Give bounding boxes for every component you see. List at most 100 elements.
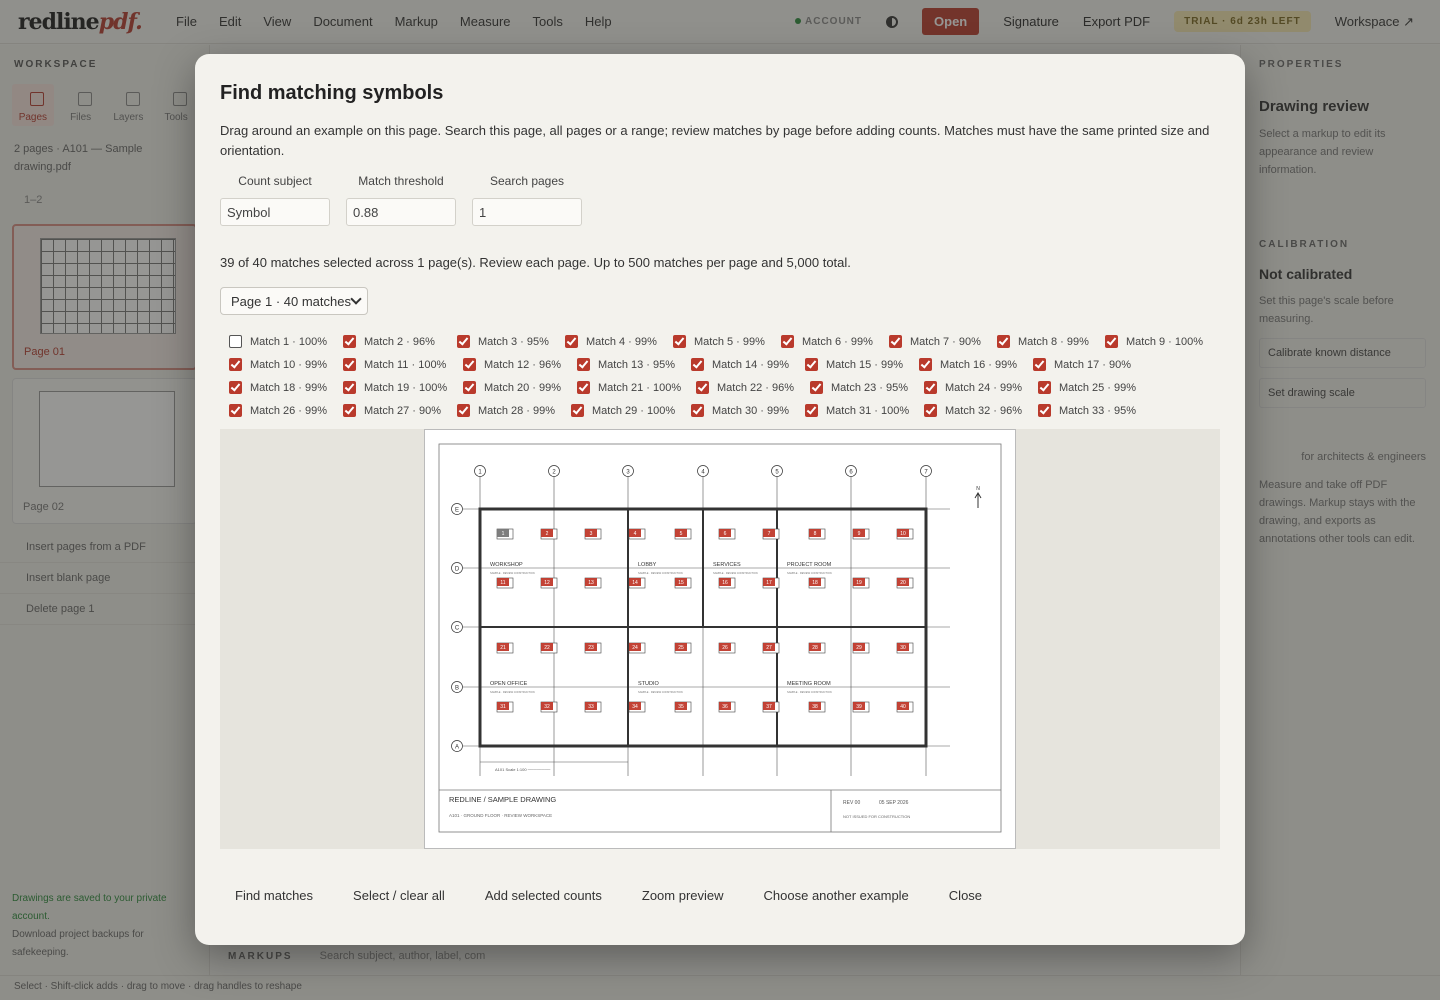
match-number: 35: [678, 704, 684, 710]
match-number: 24: [632, 645, 638, 651]
checkbox-checked-icon[interactable]: [924, 381, 937, 394]
match-checkbox-item[interactable]: Match 12 · 96%: [463, 358, 561, 371]
checkbox-checked-icon[interactable]: [1038, 381, 1051, 394]
match-checkbox-item[interactable]: Match 28 · 99%: [457, 404, 555, 417]
room-label: LOBBY: [638, 562, 657, 568]
checkbox-checked-icon[interactable]: [229, 358, 242, 371]
match-checkbox-item[interactable]: Match 13 · 95%: [577, 358, 675, 371]
checkbox-checked-icon[interactable]: [571, 404, 584, 417]
checkbox-checked-icon[interactable]: [343, 404, 356, 417]
match-number: 36: [722, 704, 728, 710]
match-checkbox-item[interactable]: Match 32 · 96%: [924, 404, 1022, 417]
checkbox-checked-icon[interactable]: [343, 335, 356, 348]
checkbox-checked-icon[interactable]: [229, 404, 242, 417]
checkbox-checked-icon[interactable]: [577, 358, 590, 371]
match-checkbox-item[interactable]: Match 11 · 100%: [343, 358, 446, 371]
match-number: 2: [546, 531, 549, 537]
checkbox-checked-icon[interactable]: [229, 381, 242, 394]
field-label: Search pages: [489, 174, 565, 188]
match-number: 9: [858, 531, 861, 537]
match-checkbox-item[interactable]: Match 29 · 100%: [571, 404, 675, 417]
match-checkbox-item[interactable]: Match 27 · 90%: [343, 404, 441, 417]
select-clear-all-button[interactable]: Select / clear all: [338, 884, 460, 907]
checkbox-checked-icon[interactable]: [997, 335, 1010, 348]
match-checkbox-item[interactable]: Match 16 · 99%: [919, 358, 1017, 371]
checkbox-checked-icon[interactable]: [1033, 358, 1046, 371]
checkbox-checked-icon[interactable]: [457, 335, 470, 348]
search-pages-input[interactable]: [472, 198, 582, 226]
drawing-preview[interactable]: 1 2 3 4 5 6 7 E D C B A N WORKSHOP SAMPLE · REVIEW CON…: [220, 429, 1220, 849]
match-checkbox-item[interactable]: Match 18 · 99%: [229, 381, 327, 394]
checkbox-checked-icon[interactable]: [1038, 404, 1051, 417]
match-checkbox-item[interactable]: Match 14 · 99%: [691, 358, 789, 371]
match-checkbox-item[interactable]: Match 6 · 99%: [781, 335, 873, 348]
match-checkbox-item[interactable]: Match 17 · 90%: [1033, 358, 1131, 371]
match-checkbox-item[interactable]: Match 26 · 99%: [229, 404, 327, 417]
grid-label: B: [455, 686, 459, 692]
room-note: SAMPLE · REVIEW CONSTRUCTION: [638, 690, 683, 694]
match-checkbox-item[interactable]: Match 21 · 100%: [577, 381, 681, 394]
checkbox-checked-icon[interactable]: [810, 381, 823, 394]
match-checkbox-item[interactable]: Match 8 · 99%: [997, 335, 1089, 348]
match-checkbox-item[interactable]: Match 33 · 95%: [1038, 404, 1136, 417]
match-label: Match 33 · 95%: [1059, 404, 1137, 417]
checkbox-unchecked-icon[interactable]: [229, 335, 242, 348]
checkbox-checked-icon[interactable]: [673, 335, 686, 348]
close-button[interactable]: Close: [934, 884, 997, 907]
checkbox-checked-icon[interactable]: [463, 358, 476, 371]
match-checkbox-item[interactable]: Match 20 · 99%: [463, 381, 561, 394]
match-number: 1: [502, 531, 505, 537]
match-checkbox-item[interactable]: Match 3 · 95%: [457, 335, 549, 348]
match-number: 27: [766, 645, 772, 651]
checkbox-checked-icon[interactable]: [565, 335, 578, 348]
find-matches-button[interactable]: Find matches: [220, 884, 328, 907]
match-checkbox-item[interactable]: Match 2 · 96%: [343, 335, 435, 348]
match-checkbox-item[interactable]: Match 25 · 99%: [1038, 381, 1136, 394]
checkbox-checked-icon[interactable]: [691, 358, 704, 371]
checkbox-checked-icon[interactable]: [343, 358, 356, 371]
room-label: SERVICES: [713, 562, 741, 568]
page-select-dropdown[interactable]: Page 1 · 40 matches: [220, 287, 368, 315]
checkbox-checked-icon[interactable]: [1105, 335, 1118, 348]
checkbox-checked-icon[interactable]: [577, 381, 590, 394]
add-selected-counts-button[interactable]: Add selected counts: [470, 884, 617, 907]
checkbox-checked-icon[interactable]: [805, 358, 818, 371]
match-label: Match 13 · 95%: [598, 358, 676, 371]
match-number: 20: [900, 580, 906, 586]
match-number: 23: [588, 645, 594, 651]
match-number: 11: [500, 580, 505, 586]
checkbox-checked-icon[interactable]: [924, 404, 937, 417]
zoom-preview-button[interactable]: Zoom preview: [627, 884, 739, 907]
match-checkbox-item[interactable]: Match 24 · 99%: [924, 381, 1022, 394]
match-checkbox-item[interactable]: Match 23 · 95%: [810, 381, 908, 394]
match-checkbox-item[interactable]: Match 30 · 99%: [691, 404, 789, 417]
checkbox-checked-icon[interactable]: [919, 358, 932, 371]
match-checkbox-item[interactable]: Match 15 · 99%: [805, 358, 903, 371]
choose-another-example-button[interactable]: Choose another example: [749, 884, 924, 907]
match-checkbox-item[interactable]: Match 1 · 100%: [229, 335, 327, 348]
match-checkbox-item[interactable]: Match 7 · 90%: [889, 335, 981, 348]
checkbox-checked-icon[interactable]: [889, 335, 902, 348]
checkbox-checked-icon[interactable]: [463, 381, 476, 394]
match-checkbox-item[interactable]: Match 19 · 100%: [343, 381, 447, 394]
match-checkbox-item[interactable]: Match 31 · 100%: [805, 404, 909, 417]
match-checkbox-item[interactable]: Match 10 · 99%: [229, 358, 327, 371]
match-label: Match 1 · 100%: [250, 335, 328, 348]
match-checkbox-item[interactable]: Match 22 · 96%: [696, 381, 794, 394]
checkbox-checked-icon[interactable]: [691, 404, 704, 417]
title-block-name: REDLINE / SAMPLE DRAWING: [449, 795, 556, 804]
checkbox-checked-icon[interactable]: [805, 404, 818, 417]
drawing-date: 05 SEP 2026: [879, 800, 909, 806]
match-label: Match 23 · 95%: [831, 381, 909, 394]
checkbox-checked-icon[interactable]: [696, 381, 709, 394]
count-subject-input[interactable]: [220, 198, 330, 226]
room-note: SAMPLE · REVIEW CONSTRUCTION: [490, 690, 535, 694]
sheet-border: [438, 443, 1002, 833]
checkbox-checked-icon[interactable]: [781, 335, 794, 348]
match-threshold-input[interactable]: [346, 198, 456, 226]
match-checkbox-item[interactable]: Match 9 · 100%: [1105, 335, 1203, 348]
checkbox-checked-icon[interactable]: [457, 404, 470, 417]
checkbox-checked-icon[interactable]: [343, 381, 356, 394]
match-checkbox-item[interactable]: Match 5 · 99%: [673, 335, 765, 348]
match-checkbox-item[interactable]: Match 4 · 99%: [565, 335, 657, 348]
